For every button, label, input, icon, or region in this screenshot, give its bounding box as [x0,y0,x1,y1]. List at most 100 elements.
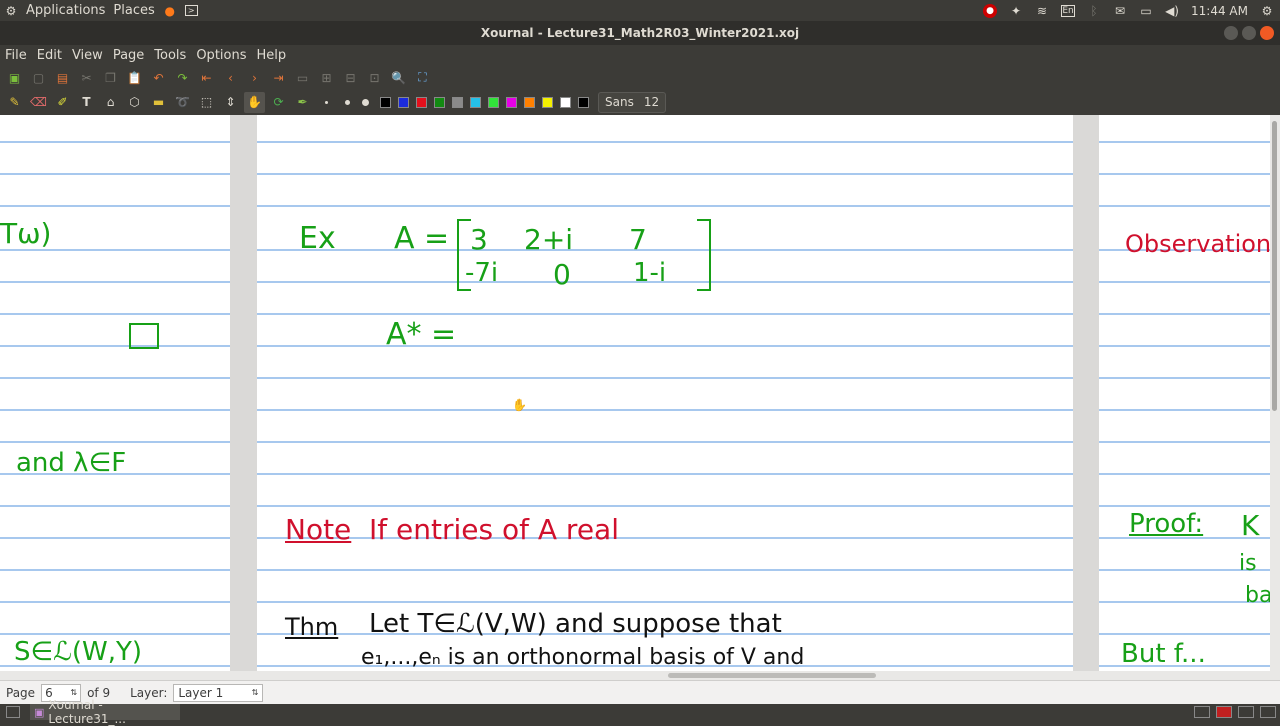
font-selector-button[interactable]: Sans 12 [598,91,667,113]
workspace-2[interactable] [1216,706,1232,718]
open-document-icon[interactable]: ▤ [52,67,73,88]
menu-options[interactable]: Options [191,48,251,63]
bluetooth-icon[interactable]: ᛒ [1087,4,1101,18]
applications-menu[interactable]: Applications [26,3,105,18]
volume-icon[interactable]: ◀) [1165,4,1179,18]
zoom-in-icon[interactable]: ⊞ [316,67,337,88]
highlighter-icon[interactable]: ✐ [52,92,73,113]
places-menu[interactable]: Places [113,3,154,18]
page-right[interactable]: Observation Proof: K is ba But f... [1099,115,1270,671]
page-left[interactable]: Tω) and λ∈F S∈ℒ(W,Y) [0,115,230,671]
drawing-canvas[interactable]: Tω) and λ∈F S∈ℒ(W,Y) Ex A = 3 2+i 7 -7i … [0,115,1270,671]
undo-icon[interactable]: ↶ [148,67,169,88]
menu-view[interactable]: View [67,48,108,63]
firefox-icon[interactable]: ● [163,4,177,18]
menu-tools[interactable]: Tools [149,48,191,63]
hand-tool-icon[interactable]: ✋ [244,91,265,113]
ink-thm-line1: Let T∈ℒ(V,W) and suppose that [369,609,782,639]
thickness-medium-icon[interactable] [340,92,354,113]
pen-icon[interactable]: ✎ [4,92,25,113]
vertical-scroll-thumb[interactable] [1272,121,1277,411]
layer-select[interactable]: Layer 1 ⇅ [173,683,264,702]
new-document-icon[interactable]: ▢ [28,67,49,88]
ink-matrix-r2c3: 1-i [633,258,667,288]
workspace-4[interactable] [1260,706,1276,718]
default-pen-icon[interactable]: ✒ [292,92,313,113]
ruler-icon[interactable]: ▬ [148,92,169,113]
vertical-space-icon[interactable]: ⇕ [220,92,241,113]
color-swatch-8[interactable] [506,96,517,108]
color-swatch-12[interactable] [578,96,589,108]
vertical-scrollbar[interactable] [1270,115,1280,671]
color-swatch-9[interactable] [524,96,535,108]
menu-file[interactable]: File [0,48,32,63]
search-icon[interactable]: 🔍 [388,67,409,88]
record-icon[interactable]: ● [983,3,998,18]
ink-square-symbol [129,323,159,349]
next-page-icon[interactable]: › [244,67,265,88]
menu-help[interactable]: Help [252,48,292,63]
page-current[interactable]: Ex A = 3 2+i 7 -7i 0 1-i A* = ✋ Note If … [257,115,1073,671]
mail-icon[interactable]: ✉ [1113,4,1127,18]
ink-bracket-right [697,219,711,291]
paste-icon[interactable]: 📋 [124,67,145,88]
save-icon[interactable]: ▣ [4,67,25,88]
battery-icon[interactable]: ▭ [1139,4,1153,18]
lasso-select-icon[interactable]: ➰ [172,92,193,113]
terminal-icon[interactable]: > [184,5,198,16]
xournal-app-icon: ▣ [34,705,45,719]
color-swatch-4[interactable] [434,96,445,108]
thickness-fine-icon[interactable] [316,92,337,113]
text-tool-icon[interactable]: T [76,92,97,113]
color-swatch-1[interactable] [380,96,391,108]
dropbox-icon[interactable]: ✦ [1009,4,1023,18]
last-page-icon[interactable]: ⇥ [268,67,289,88]
keyboard-layout-indicator[interactable]: En [1061,4,1076,17]
horizontal-scrollbar[interactable] [0,671,1280,680]
color-swatch-11[interactable] [560,96,571,108]
menu-bar: File Edit View Page Tools Options Help [0,45,1280,66]
clock[interactable]: 11:44 AM [1191,4,1248,18]
main-toolbar: ▣ ▢ ▤ ✂ ❐ 📋 ↶ ↷ ⇤ ‹ › ⇥ ▭ ⊞ ⊟ ⊡ 🔍 ⛶ [0,66,1280,89]
zoom-normal-icon[interactable]: ⊡ [364,67,385,88]
color-swatch-10[interactable] [542,96,553,108]
page-label: Page [6,685,36,700]
ink-fragment-is: is [1239,551,1257,576]
minimize-button[interactable] [1224,26,1238,40]
thickness-thick-icon[interactable] [357,92,373,113]
eraser-icon[interactable]: ⌫ [28,92,49,113]
color-swatch-5[interactable] [452,96,463,108]
zoom-out-icon[interactable]: ⊟ [340,67,361,88]
menu-edit[interactable]: Edit [32,48,67,63]
wifi-icon[interactable]: ≋ [1035,4,1049,18]
shape-recognizer-icon[interactable]: ⬡ [124,92,145,113]
cut-icon[interactable]: ✂ [76,67,97,88]
layer-value: Layer 1 [178,685,224,700]
first-page-icon[interactable]: ⇤ [196,67,217,88]
redo-icon[interactable]: ↷ [172,67,193,88]
copy-icon[interactable]: ❐ [100,67,121,88]
color-swatch-6[interactable] [470,96,481,108]
fullscreen-icon[interactable]: ⛶ [412,67,433,88]
color-swatch-3[interactable] [416,96,427,108]
page-width-icon[interactable]: ▭ [292,67,313,88]
menu-page[interactable]: Page [108,48,149,63]
show-desktop-icon[interactable] [6,706,20,718]
workspace-3[interactable] [1238,706,1254,718]
rect-select-icon[interactable]: ⬚ [196,92,217,113]
image-tool-icon[interactable]: ⌂ [100,92,121,113]
default-tool-icon[interactable]: ⟳ [268,92,289,113]
spinner-arrows-icon[interactable]: ⇅ [70,688,77,697]
close-button[interactable] [1260,26,1274,40]
color-swatch-7[interactable] [488,96,499,108]
ink-matrix-r2c2: 0 [553,258,571,291]
color-swatch-2[interactable] [398,96,409,108]
gear-icon[interactable]: ⚙ [1260,4,1274,18]
taskbar-item-xournal[interactable]: ▣ Xournal - Lecture31_... [30,698,180,726]
workspace-1[interactable] [1194,706,1210,718]
ink-matrix-r1c3: 7 [629,223,647,256]
ink-observation: Observation [1125,230,1270,258]
previous-page-icon[interactable]: ‹ [220,67,241,88]
maximize-button[interactable] [1242,26,1256,40]
horizontal-scroll-thumb[interactable] [668,673,876,678]
